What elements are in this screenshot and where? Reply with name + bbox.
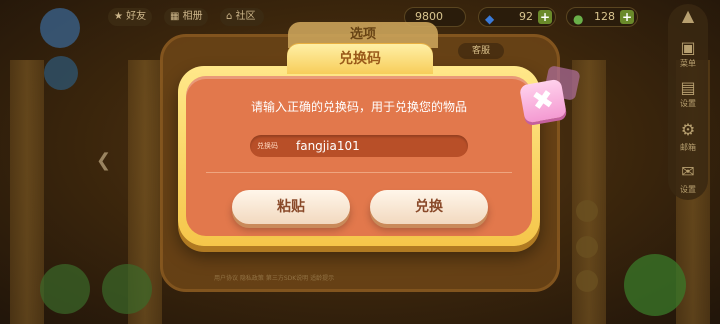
energy-value: 128: [594, 10, 615, 23]
divider: [206, 172, 512, 173]
customer-service-button[interactable]: 客服: [458, 43, 504, 59]
chat-bubble-icon[interactable]: [624, 254, 686, 316]
code-field-label: 兑换码: [257, 142, 278, 150]
album-button[interactable]: ▦ 相册: [164, 8, 208, 26]
avatar[interactable]: [40, 8, 80, 48]
bear-icon[interactable]: [40, 264, 90, 314]
community-label: 社区: [235, 11, 256, 22]
paste-button[interactable]: 粘贴: [232, 190, 350, 224]
chevron-up-icon[interactable]: ▲: [676, 6, 700, 25]
community-button[interactable]: ⌂ 社区: [220, 8, 264, 26]
close-icon: ✖: [529, 84, 557, 118]
redeem-button[interactable]: 兑换: [370, 190, 488, 224]
friends-button[interactable]: ★ 好友: [108, 8, 152, 26]
add-gems-button[interactable]: +: [538, 10, 552, 24]
album-label: 相册: [182, 11, 203, 22]
game-screen: ★ 好友 ▦ 相册 ⌂ 社区 9800 ◆ 92 + ● 128 + ▲ ▣ 菜…: [0, 0, 720, 324]
gem-icon: ◆: [485, 12, 495, 26]
package-icon[interactable]: ▤: [676, 78, 700, 97]
energy-icon: ●: [573, 12, 584, 26]
legal-footer: 用户协议 隐私政策 第三方SDK说明 适龄提示: [214, 275, 335, 282]
energy-counter: ● 128 +: [566, 7, 638, 27]
redeem-instruction: 请输入正确的兑换码，用于兑换您的物品: [250, 100, 467, 114]
mail-icon[interactable]: ✉: [676, 162, 700, 181]
close-button[interactable]: ✖: [519, 78, 567, 124]
gear-icon[interactable]: ⚙: [676, 120, 700, 139]
background-pillar-left: [10, 60, 44, 324]
bag-icon[interactable]: ▣: [676, 38, 700, 57]
chevron-left-icon[interactable]: ❮: [96, 150, 111, 171]
right-menu-label: 设置: [680, 185, 696, 194]
gem-counter: ◆ 92 +: [478, 7, 556, 27]
friends-label: 好友: [126, 11, 147, 22]
home-icon[interactable]: [576, 200, 598, 222]
add-energy-button[interactable]: +: [620, 10, 634, 24]
season-badge-icon[interactable]: [44, 56, 78, 90]
right-menu-label: 菜单: [680, 59, 696, 68]
right-menu-label: 设置: [680, 99, 696, 108]
right-menu-label: 邮箱: [680, 143, 696, 152]
crown-icon[interactable]: [102, 264, 152, 314]
code-input[interactable]: [296, 136, 464, 156]
emote-icon[interactable]: [576, 236, 598, 258]
gem-value: 92: [519, 10, 533, 23]
pet-icon[interactable]: [576, 270, 598, 292]
redeem-dialog-title: 兑换码: [287, 44, 433, 74]
